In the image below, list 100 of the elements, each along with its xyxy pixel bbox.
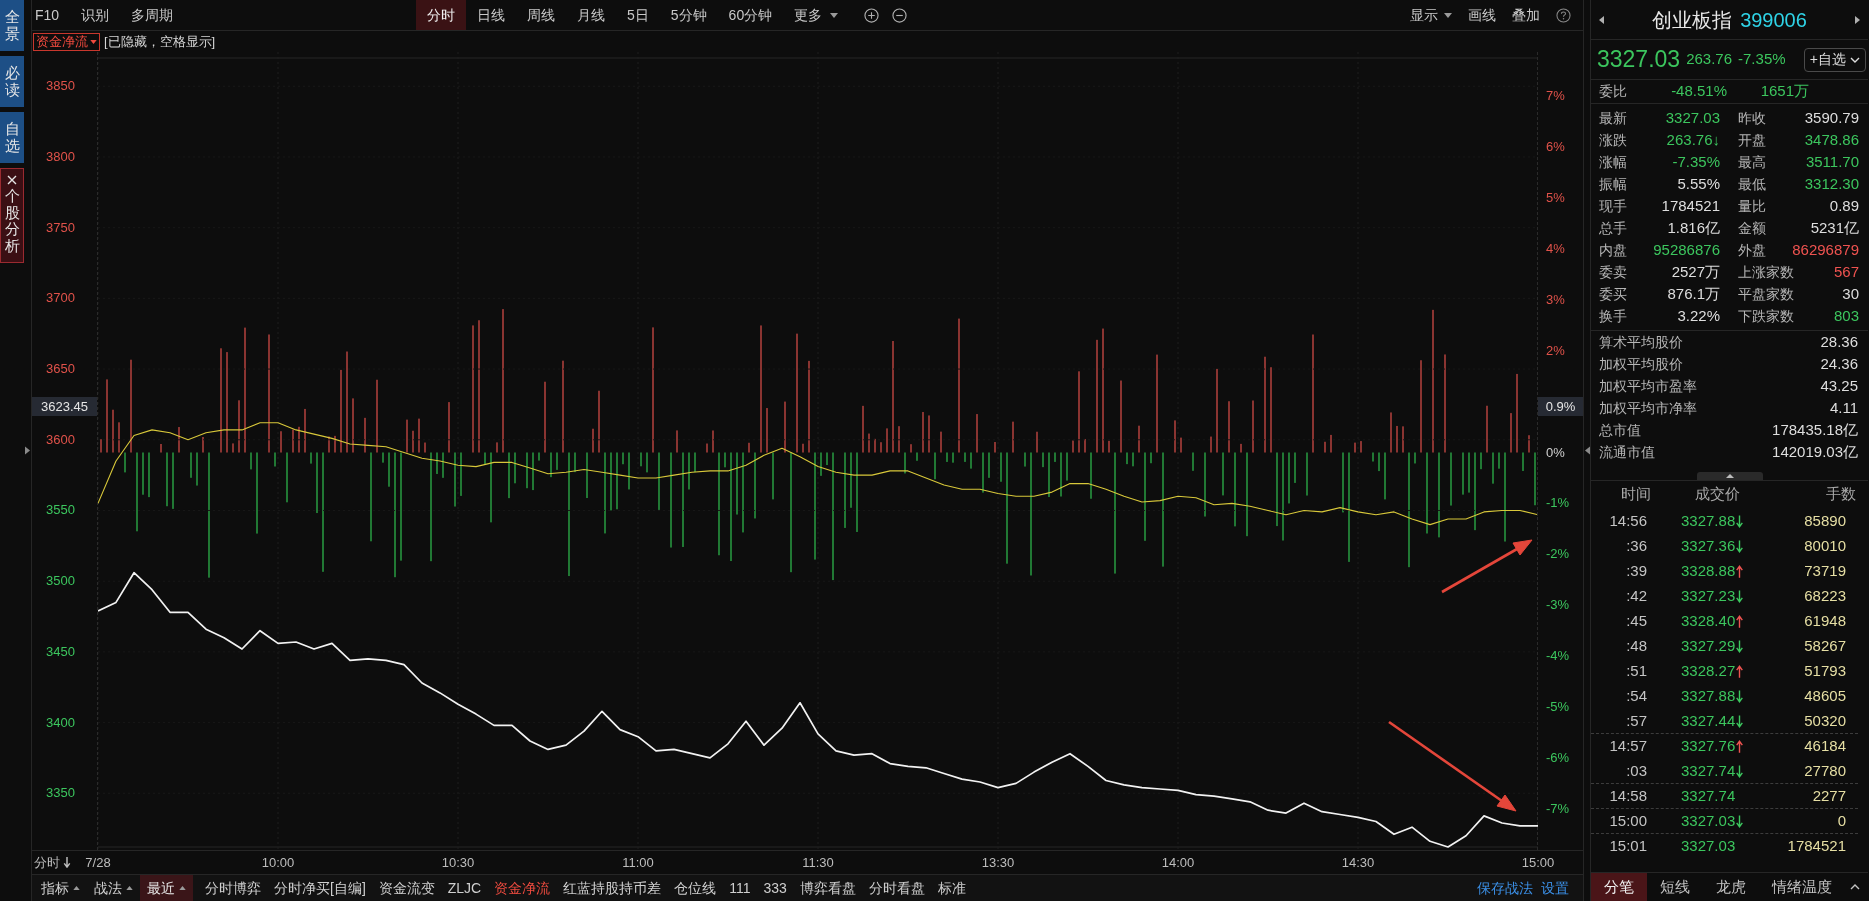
percent-axis-label: 6% [1546, 139, 1565, 156]
indicator-tab[interactable]: 博弈看盘 [799, 877, 856, 899]
trade-time: :42 [1625, 585, 1647, 606]
period-tab[interactable]: 日线 [466, 0, 516, 30]
stat-label: 昨收 [1738, 108, 1766, 128]
triangle-up-icon [1725, 474, 1734, 478]
trade-price: 3327.88 [1681, 510, 1736, 531]
trade-price: 3327.44 [1681, 710, 1736, 731]
indicator-tab[interactable]: 红蓝持股持币差 [563, 877, 662, 899]
toolbar-button[interactable]: 画线 [1468, 4, 1496, 26]
trade-price: 3327.23 [1681, 585, 1736, 606]
zoom-out-icon[interactable] [892, 7, 908, 23]
panel-tab[interactable]: 短线 [1647, 873, 1703, 901]
indicator-tab[interactable]: 分时净买[自编] [274, 877, 366, 899]
stat-label: 量比 [1738, 196, 1766, 216]
last-price: 3327.03 [1597, 45, 1681, 75]
stat-label: 上涨家数 [1738, 262, 1794, 282]
link-button[interactable]: 设置 [1541, 877, 1569, 899]
indicator-tab[interactable]: 资金流变 [378, 877, 435, 899]
previous-icon[interactable] [1599, 15, 1604, 24]
indicator-tab[interactable]: 111 [729, 877, 751, 899]
indicator-tab[interactable]: ZLJC [447, 877, 482, 899]
stat-label: 流通市值 [1599, 442, 1655, 462]
stat-value: 3312.30 [1804, 173, 1859, 194]
trade-time: :36 [1625, 535, 1647, 556]
period-tab[interactable]: 分时 [416, 0, 466, 30]
period-tab[interactable]: 60分钟 [717, 0, 784, 30]
time-axis-label: 7/28 [85, 855, 111, 871]
trade-volume: 46184 [1804, 735, 1847, 756]
crosshair-percent-tag: 0.9% [1538, 397, 1584, 416]
indicator-tab[interactable]: 标准 [937, 877, 966, 899]
period-tab[interactable]: 5日 [616, 0, 660, 30]
panel-tab[interactable]: 情绪温度 [1759, 873, 1845, 901]
percent-axis-label: 3% [1546, 291, 1565, 308]
sidebar-tab[interactable]: 全景 [0, 0, 24, 51]
percent-axis-label: 0% [1546, 444, 1565, 461]
toolbar-button[interactable]: 多周期 [131, 4, 174, 26]
chevron-up-icon[interactable] [1850, 884, 1860, 890]
stat-value: 1.816亿 [1667, 217, 1720, 238]
indicator-dropdown[interactable]: 资金净流 [33, 32, 100, 51]
expand-arrow-icon[interactable] [25, 446, 30, 455]
stat-label: 委买 [1599, 284, 1627, 304]
index-name: 创业板指 [1652, 7, 1733, 33]
stat-value: 95286876 [1653, 239, 1720, 260]
close-icon[interactable] [7, 175, 17, 185]
display-menu[interactable]: 显示 [1410, 4, 1452, 26]
arrow-down-icon [63, 857, 71, 868]
period-tab[interactable]: 月线 [566, 0, 616, 30]
trade-volume: 61948 [1804, 610, 1847, 631]
panel-tab[interactable]: 分笔 [1591, 873, 1647, 901]
menu-button[interactable]: 战法 [87, 875, 140, 901]
percent-axis-label: -6% [1546, 749, 1570, 766]
panel-tab[interactable]: 龙虎 [1703, 873, 1759, 901]
stat-value: 803 [1833, 305, 1859, 326]
toolbar-button[interactable]: 识别 [81, 4, 110, 26]
stat-label: 最低 [1738, 174, 1766, 194]
indicator-tab[interactable]: 333 [763, 877, 787, 899]
stat-value: 876.1万 [1667, 283, 1720, 304]
collapse-arrow-icon[interactable] [1584, 446, 1590, 455]
indicator-tab[interactable]: 分时看盘 [868, 877, 925, 899]
trade-time: 15:00 [1608, 810, 1647, 831]
stat-label: 最新 [1599, 108, 1627, 128]
collapse-button[interactable] [1696, 472, 1763, 480]
toolbar-button[interactable]: F10 [35, 4, 60, 26]
indicator-tab[interactable]: 仓位线 [674, 877, 717, 899]
trade-price: 3327.74 [1681, 760, 1736, 781]
trade-time: 14:58 [1608, 785, 1647, 806]
next-icon[interactable] [1855, 15, 1860, 24]
menu-button[interactable]: 指标 [34, 875, 87, 901]
more-menu[interactable]: 更多 [783, 0, 839, 30]
caret-down-icon [90, 39, 97, 44]
stat-value: 1784521 [1661, 195, 1720, 216]
intraday-menu[interactable]: 分时 [34, 852, 71, 873]
sidebar-tab[interactable]: 个股分析 [0, 168, 24, 263]
period-tab[interactable]: 周线 [516, 0, 566, 30]
sidebar-tab[interactable]: 自选 [0, 112, 24, 163]
stat-value: -7.35% [1672, 151, 1720, 172]
stat-label: 内盘 [1599, 240, 1627, 260]
sidebar-tab[interactable]: 必读 [0, 56, 24, 107]
stat-value: -48.51% [1670, 81, 1727, 102]
stat-value: 142019.03亿 [1772, 441, 1858, 462]
period-tab[interactable]: 5分钟 [659, 0, 718, 30]
stat-value: 2527万 [1671, 261, 1720, 282]
column-header: 时间 [1620, 484, 1651, 505]
help-icon[interactable] [1556, 7, 1571, 23]
trade-volume: 48605 [1804, 685, 1847, 706]
column-header: 成交价 [1693, 484, 1741, 505]
percent-axis-label: 4% [1546, 240, 1565, 257]
indicator-tab[interactable]: 分时博弈 [205, 877, 261, 899]
stat-value: 0.89 [1829, 195, 1859, 216]
toolbar-button[interactable]: 叠加 [1512, 4, 1540, 26]
stat-label: 外盘 [1738, 240, 1766, 260]
indicator-tab[interactable]: 资金净流 [494, 877, 551, 899]
link-button[interactable]: 保存战法 [1477, 877, 1533, 899]
time-axis-label: 14:00 [1161, 855, 1195, 871]
price-axis-label: 3800 [46, 148, 75, 165]
menu-button[interactable]: 最近 [140, 875, 193, 901]
zoom-in-icon[interactable] [864, 7, 880, 23]
add-watchlist-button[interactable]: +自选 [1803, 47, 1866, 72]
trade-price: 3327.29 [1681, 635, 1736, 656]
